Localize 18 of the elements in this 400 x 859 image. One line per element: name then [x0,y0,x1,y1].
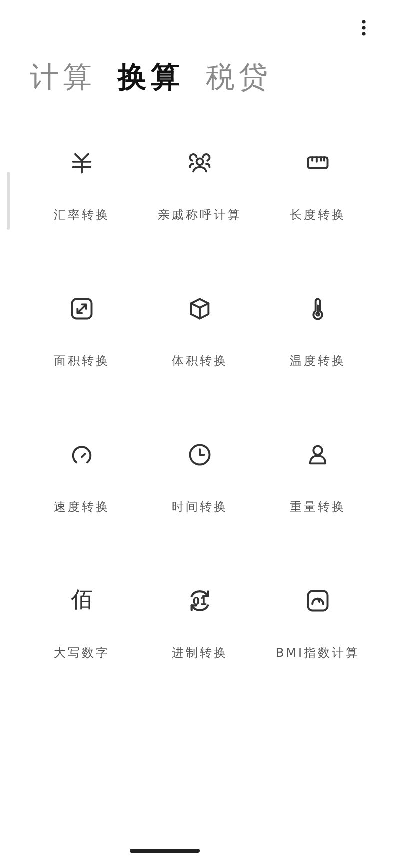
tool-tile[interactable]: BMI指数计算 [259,586,377,662]
scroll-indicator [7,172,10,230]
tool-tile[interactable]: 重量转换 [259,440,377,516]
tool-tile[interactable]: 速度转换 [23,440,141,516]
tool-tile[interactable]: 汇率转换 [23,148,141,224]
hundred-glyph-icon: 佰 [71,590,93,612]
gauge-icon [305,588,331,614]
tool-tile[interactable]: 长度转换 [259,148,377,224]
tool-tile[interactable]: 体积转换 [141,294,259,370]
tool-tile[interactable]: 时间转换 [141,440,259,516]
expand-icon [69,296,95,322]
clock-icon [187,442,213,468]
tool-tile[interactable]: 01 进制转换 [141,586,259,662]
tool-tile[interactable]: 面积转换 [23,294,141,370]
tab[interactable]: 换算 [118,58,184,98]
tool-tile[interactable]: 亲戚称呼计算 [141,148,259,224]
tool-tile[interactable]: 温度转换 [259,294,377,370]
tool-tile[interactable]: 佰 大写数字 [23,586,141,662]
